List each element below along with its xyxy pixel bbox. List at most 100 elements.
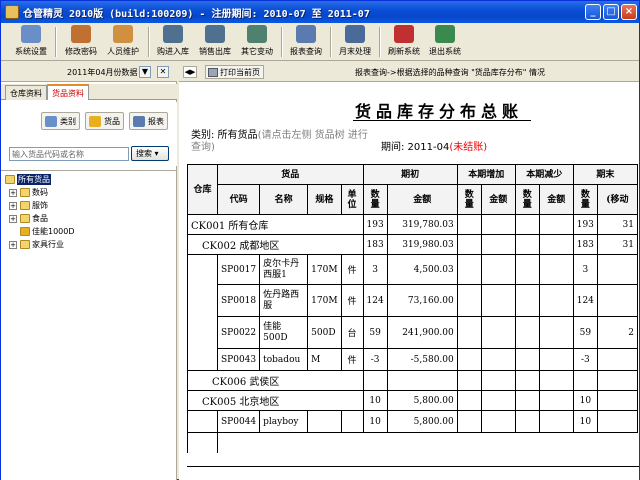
app-window: 仓管精灵 2010版 (build:100209) - 注册期间: 2010-0… (0, 0, 640, 480)
folder-icon (20, 214, 30, 223)
table-row[interactable]: SP0043 tobadou M 件 -3 -5,580.00 -3 (187, 348, 638, 371)
left-tabs: 仓库资料 货品资料 (1, 84, 177, 100)
category-button[interactable]: 类别 (41, 112, 80, 130)
category-info: 类别: 所有货品(请点击左侧 货品树 进行查询) (191, 130, 368, 153)
other-change-button[interactable]: 其它变动 (237, 25, 277, 59)
exit-icon (435, 25, 455, 43)
report-query-button[interactable]: 报表查询 (286, 25, 326, 59)
system-settings-button[interactable]: 系统设置 (11, 25, 51, 59)
expand-icon[interactable]: + (9, 189, 17, 197)
status-badge: (未结账) (449, 142, 488, 153)
stock-out-button[interactable]: 销售出库 (195, 25, 235, 59)
folder-icon (20, 240, 30, 249)
folder-icon (20, 201, 30, 210)
title-underline (353, 120, 531, 121)
col-qty: 数量 (514, 184, 540, 215)
tree-node[interactable]: 佳能1000D (1, 225, 177, 238)
nav-arrows-icon[interactable]: ◀▶ (183, 66, 197, 78)
goods-button[interactable]: 货品 (85, 112, 124, 130)
col-name: 名称 (259, 184, 309, 215)
exit-system-button[interactable]: 退出系统 (425, 25, 465, 59)
report-icon (296, 25, 316, 43)
tree-node[interactable]: + 数码 (1, 186, 177, 199)
panel-close-button[interactable]: ✕ (157, 66, 169, 78)
report-title: 货品库存分布总账 (355, 102, 524, 121)
col-code: 代码 (216, 184, 261, 215)
close-button[interactable]: × (621, 4, 637, 20)
col-spec: 规格 (307, 184, 342, 215)
expand-icon[interactable]: + (9, 241, 17, 249)
table-row[interactable]: SP0044 playboy 10 5,800.00 10 (187, 410, 638, 433)
col-unit: 单位 (340, 184, 364, 215)
table-row[interactable]: SP0017 皮尔卡丹西服1 170M 件 3 4,500.03 3 (187, 254, 638, 285)
col-amount: 金额 (480, 184, 516, 215)
printer-icon (208, 68, 218, 77)
month-end-icon (345, 25, 365, 43)
col-amount: 金额 (538, 184, 574, 215)
expand-icon[interactable]: + (9, 202, 17, 210)
goods-search-input[interactable] (9, 147, 129, 161)
table-row (187, 432, 638, 453)
minimize-button[interactable]: _ (585, 4, 601, 20)
item-icon (20, 227, 30, 236)
table-row[interactable]: CK005 北京地区 10 5,800.00 10 (187, 390, 638, 411)
tree-node[interactable]: + 家具行业 (1, 238, 177, 251)
tree-node[interactable]: + 服饰 (1, 199, 177, 212)
tree-node-root[interactable]: 所有货品 (1, 173, 177, 186)
col-qty: 数量 (362, 184, 388, 215)
period-info: 期间: 2011-04(未结账) (381, 142, 488, 153)
table-row[interactable]: CK001 所有仓库 193 319,780.03 193 31 (187, 214, 638, 235)
expand-icon[interactable]: + (9, 215, 17, 223)
col-warehouse: 仓库 (187, 164, 218, 215)
report-button[interactable]: 报表 (129, 112, 168, 130)
users-icon (113, 25, 133, 43)
table-bottom-border (187, 466, 639, 467)
stock-in-button[interactable]: 购进入库 (153, 25, 193, 59)
col-increase: 本期增加 (456, 164, 516, 185)
app-icon (5, 5, 19, 19)
stock-in-icon (163, 25, 183, 43)
report-toolbar: ◀▶ 打印当前页 报表查询->根据选择的品种查询 "货品库存分布" 情况 (179, 62, 639, 82)
col-qty: 数量 (456, 184, 482, 215)
col-moving-avg: (移动 (596, 184, 638, 215)
print-page-button[interactable]: 打印当前页 (205, 65, 264, 79)
table-row[interactable]: SP0022 佳能500D 500D 台 59 241,900.00 59 2 (187, 316, 638, 349)
right-panel: ◀▶ 打印当前页 报表查询->根据选择的品种查询 "货品库存分布" 情况 货品库… (179, 62, 639, 480)
inventory-table: 仓库 货品 期初 本期增加 本期减少 期末 代码 名称 规格 单位 数量 金额 … (187, 164, 638, 453)
report-icon (133, 116, 145, 127)
change-password-button[interactable]: 修改密码 (61, 25, 101, 59)
col-qty: 数量 (572, 184, 598, 215)
other-change-icon (247, 25, 267, 43)
title-bar: 仓管精灵 2010版 (build:100209) - 注册期间: 2010-0… (1, 1, 639, 23)
period-dropdown-button[interactable]: ▼ (139, 66, 151, 78)
goods-icon (89, 116, 101, 127)
category-icon (45, 116, 57, 127)
table-row[interactable]: SP0018 佐丹路西服 170M 件 124 73,160.00 124 (187, 284, 638, 317)
report-area[interactable]: 货品库存分布总账 类别: 所有货品(请点击左侧 货品树 进行查询) 期间: 20… (179, 84, 639, 480)
col-amount: 金额 (386, 184, 458, 215)
col-closing: 期末 (572, 164, 638, 185)
period-label: 2011年04月份数据 (67, 68, 138, 77)
col-opening: 期初 (362, 164, 458, 185)
folder-icon (5, 175, 15, 184)
tab-warehouse[interactable]: 仓库资料 (5, 85, 47, 100)
tree-node[interactable]: + 食品 (1, 212, 177, 225)
refresh-icon (394, 25, 414, 43)
staff-maintenance-button[interactable]: 人员维护 (103, 25, 143, 59)
search-button[interactable]: 搜索 ▾ (131, 146, 169, 161)
left-panel: 2011年04月份数据 ▼ ✕ 仓库资料 货品资料 类别 货品 报表 搜索 ▾ (1, 62, 177, 480)
month-end-button[interactable]: 月末处理 (335, 25, 375, 59)
folder-icon (20, 188, 30, 197)
goods-tree: 所有货品 + 数码 + 服饰 + 食品 佳能1000D + 家具行业 (1, 170, 177, 251)
tab-goods[interactable]: 货品资料 (47, 84, 89, 100)
refresh-system-button[interactable]: 刷新系统 (384, 25, 424, 59)
table-row[interactable]: CK006 武侯区 (187, 370, 638, 391)
left-panel-header: 2011年04月份数据 ▼ ✕ (1, 62, 177, 82)
stock-out-icon (205, 25, 225, 43)
breadcrumb: 报表查询->根据选择的品种查询 "货品库存分布" 情况 (355, 68, 546, 77)
maximize-button[interactable]: □ (603, 4, 619, 20)
main-toolbar: 系统设置 修改密码 人员维护 购进入库 销售出库 其它变动 报表查询 月末处理 … (1, 23, 639, 61)
chevron-down-icon: ▾ (152, 149, 159, 158)
col-decrease: 本期减少 (514, 164, 574, 185)
table-row[interactable]: CK002 成都地区 183 319,980.03 183 31 (187, 234, 638, 255)
